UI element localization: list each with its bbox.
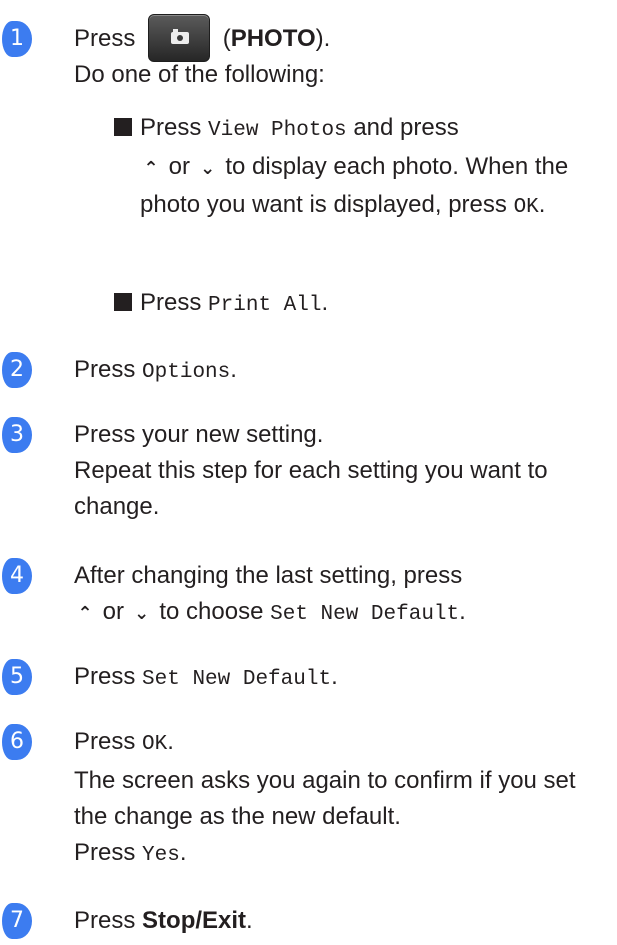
step-number-badge: 2 bbox=[2, 352, 32, 388]
step-number: 3 bbox=[10, 422, 24, 447]
step-number: 5 bbox=[10, 664, 24, 689]
down-arrow-icon: ⌄ bbox=[200, 158, 216, 179]
step-number-badge: 6 bbox=[2, 724, 32, 760]
step-number: 6 bbox=[10, 729, 24, 754]
step-number: 7 bbox=[10, 908, 24, 933]
photo-button bbox=[148, 13, 211, 62]
up-arrow-icon: ⌃ bbox=[77, 603, 93, 624]
step-text: Press your new setting. Repeat this step… bbox=[74, 421, 548, 520]
bullet-item: Press Print All. bbox=[140, 289, 329, 317]
step-text: After changing the last setting, press ⌃… bbox=[74, 558, 609, 633]
step-text: Press Set New Default. bbox=[74, 663, 338, 691]
step-number-badge: 1 bbox=[2, 21, 32, 57]
step-text: Press Stop/Exit. bbox=[74, 907, 253, 934]
camera-icon bbox=[171, 28, 190, 44]
step-number-badge: 3 bbox=[2, 417, 32, 453]
step-text: Press Options. bbox=[74, 356, 237, 384]
bullet-marker bbox=[114, 293, 132, 311]
bullet-marker bbox=[114, 118, 132, 136]
step-number-badge: 4 bbox=[2, 558, 32, 594]
step-number-badge: 5 bbox=[2, 659, 32, 695]
step-number: 4 bbox=[10, 563, 24, 588]
step-text: Press (PHOTO). Do one of the following: bbox=[74, 13, 609, 93]
step-number-badge: 7 bbox=[2, 903, 32, 939]
step-text: Press OK. The screen asks you again to c… bbox=[74, 728, 576, 867]
up-arrow-icon: ⌃ bbox=[143, 158, 159, 179]
down-arrow-icon: ⌄ bbox=[134, 603, 150, 624]
photo-label: PHOTO bbox=[230, 25, 316, 52]
bullet-item: Press View Photos and press ⌃ or ⌄ to di… bbox=[140, 114, 569, 219]
step-number: 2 bbox=[10, 357, 24, 382]
step-number: 1 bbox=[10, 26, 24, 51]
